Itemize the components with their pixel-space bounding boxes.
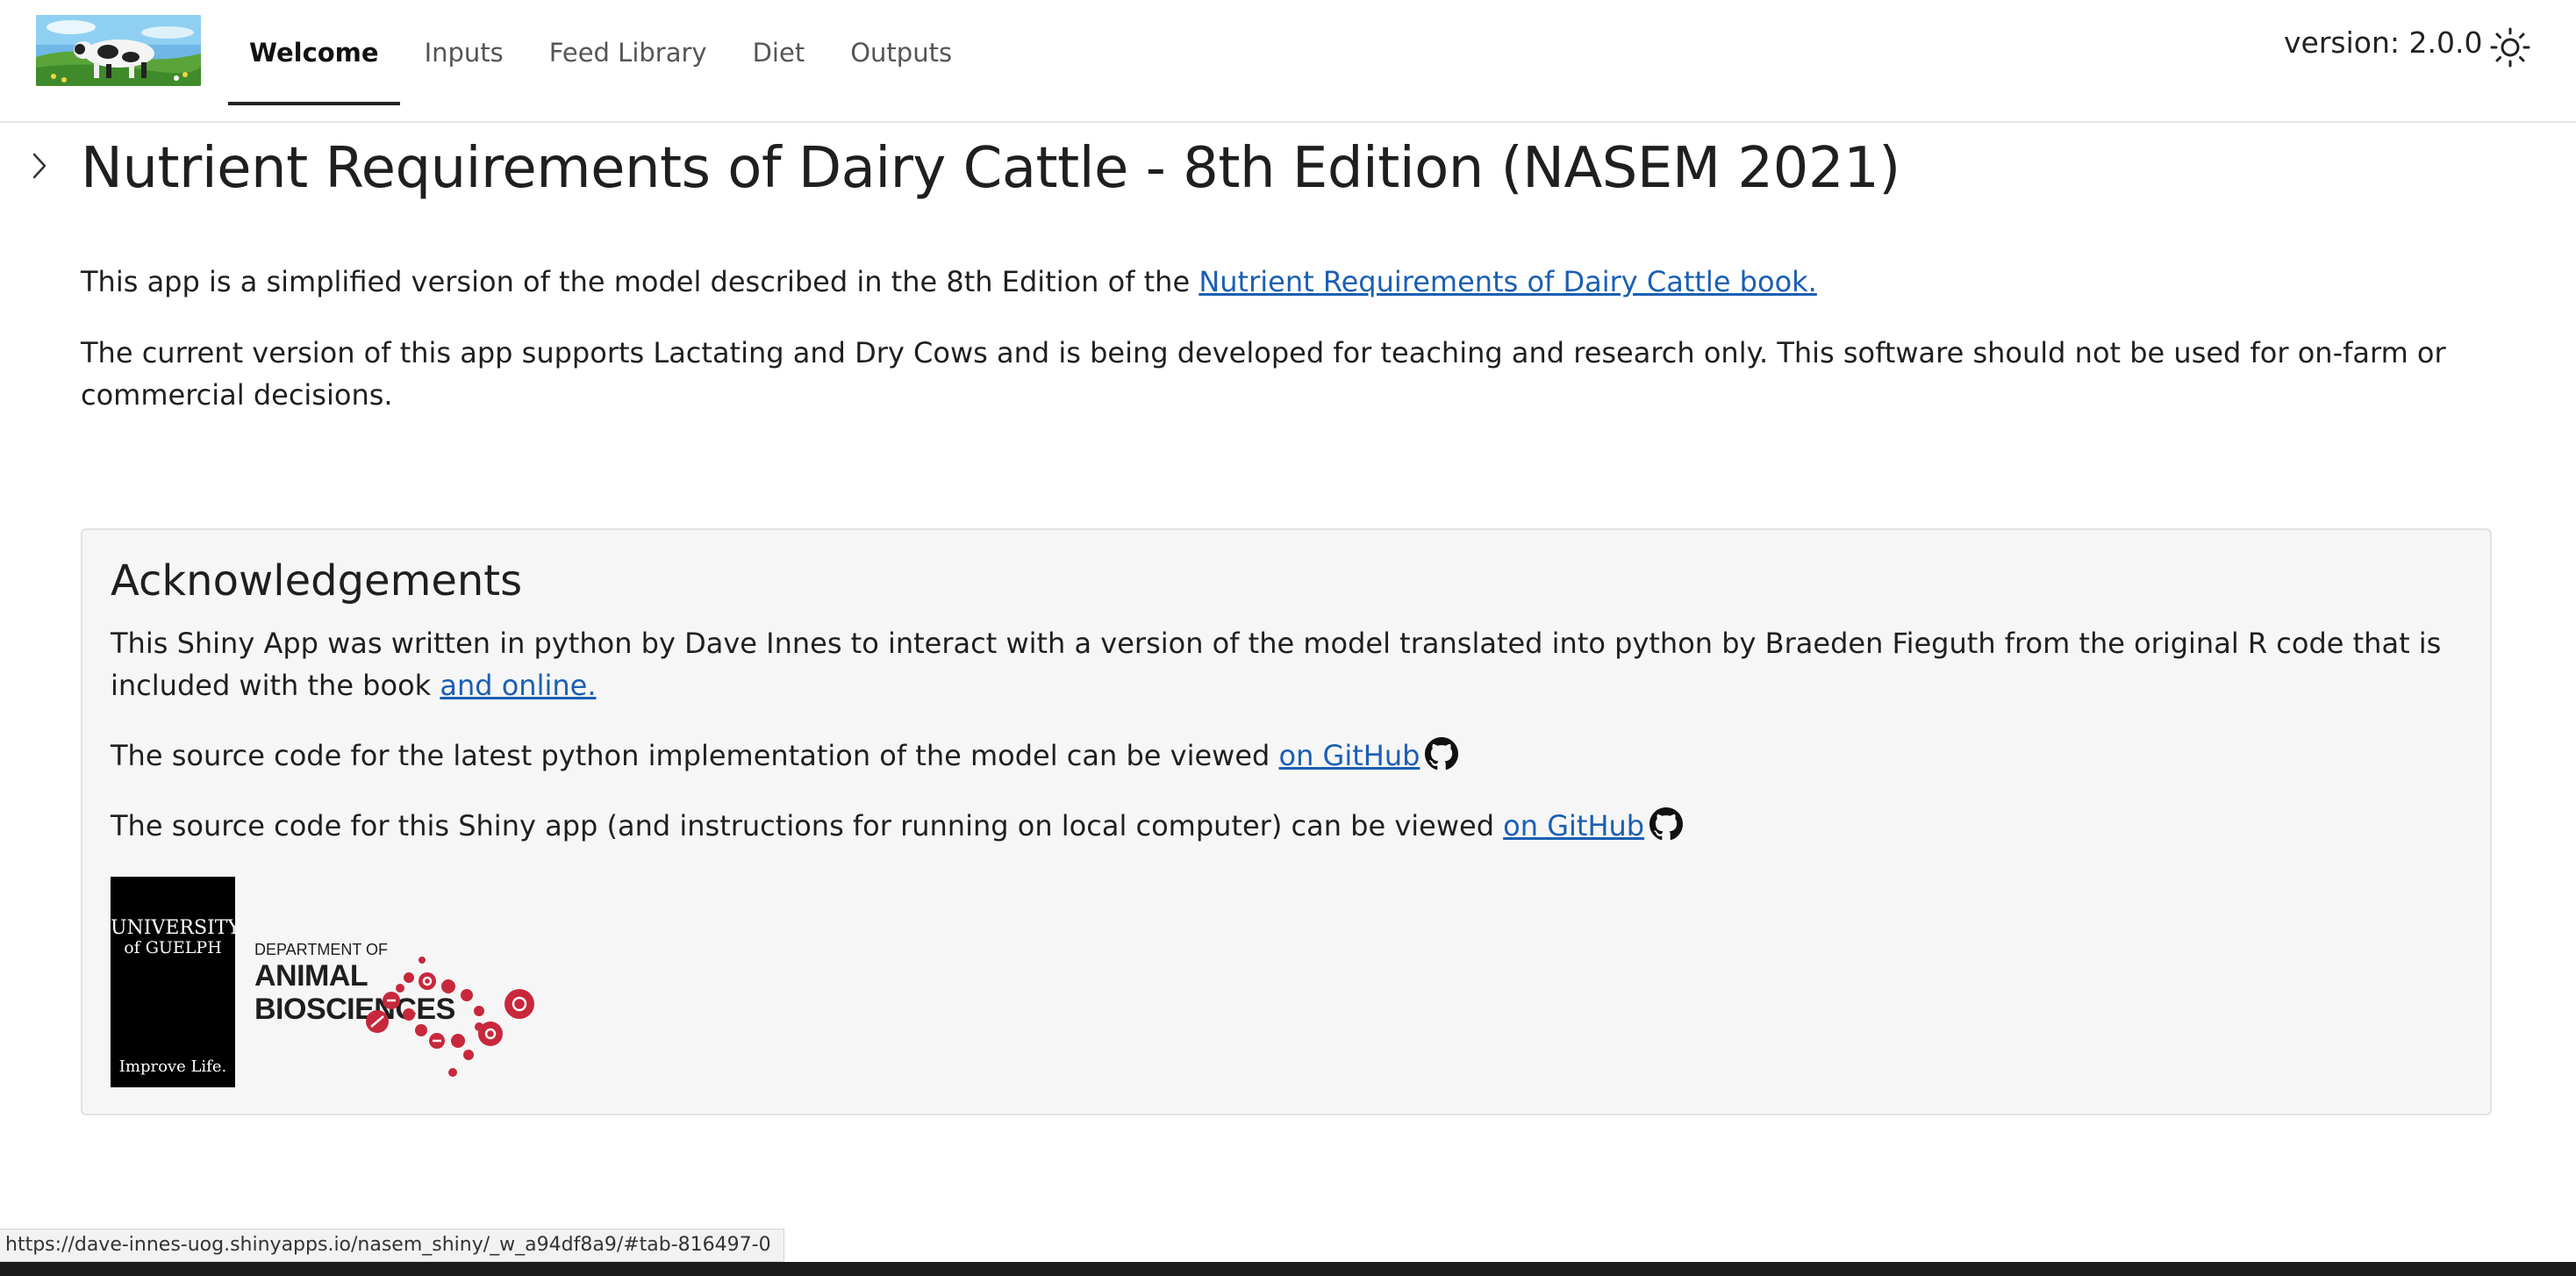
acknowledgements-title: Acknowledgements [111, 556, 523, 606]
notice-paragraph: The current version of this app supports… [81, 336, 2446, 412]
tab-diet[interactable]: Diet [730, 0, 828, 105]
acknowledgements-card: Acknowledgements This Shiny App was writ… [81, 528, 2492, 1115]
page-title: Nutrient Requirements of Dairy Cattle - … [81, 136, 1900, 201]
cow-logo-image [36, 15, 201, 86]
university-of-guelph-logo: UNIVERSITY of GUELPH Improve Life. [111, 877, 240, 1087]
ack-paragraph-2: The source code for the latest python im… [111, 735, 2462, 777]
tab-inputs[interactable]: Inputs [402, 0, 526, 105]
status-url: https://dave-innes-uog.shinyapps.io/nase… [0, 1229, 784, 1262]
ack-paragraph-1: This Shiny App was written in python by … [111, 622, 2462, 706]
tab-feed-library[interactable]: Feed Library [526, 0, 730, 105]
book-link[interactable]: Nutrient Requirements of Dairy Cattle bo… [1199, 265, 1817, 298]
version-label: version: 2.0.0 [2284, 25, 2483, 60]
github-icon[interactable] [1425, 737, 1459, 771]
chevron-right-icon[interactable] [30, 151, 49, 181]
intro-paragraph: This app is a simplified version of the … [81, 261, 2485, 303]
github-icon[interactable] [1649, 807, 1684, 841]
github-link-app[interactable]: on GitHub [1503, 809, 1644, 842]
uog-logo-motto: Improve Life. [118, 1057, 227, 1076]
sun-icon[interactable] [2489, 26, 2531, 68]
navbar: Welcome Inputs Feed Library Diet Outputs… [0, 0, 2576, 123]
intro-text: This app is a simplified version of the … [81, 265, 1199, 298]
tab-welcome[interactable]: Welcome [226, 0, 402, 105]
uog-logo-name: UNIVERSITY of GUELPH [111, 917, 240, 958]
online-link[interactable]: and online. [440, 669, 596, 702]
ack-text-2: The source code for the latest python im… [111, 739, 1279, 772]
tab-outputs[interactable]: Outputs [827, 0, 975, 105]
bottom-strip [0, 1262, 2576, 1276]
ack-text-3: The source code for this Shiny app (and … [111, 809, 1504, 842]
dept-logo-dots [366, 957, 534, 1077]
nav-tabs: Welcome Inputs Feed Library Diet Outputs [226, 0, 975, 105]
github-link-model[interactable]: on GitHub [1278, 739, 1420, 772]
ack-paragraph-3: The source code for this Shiny app (and … [111, 805, 2462, 847]
